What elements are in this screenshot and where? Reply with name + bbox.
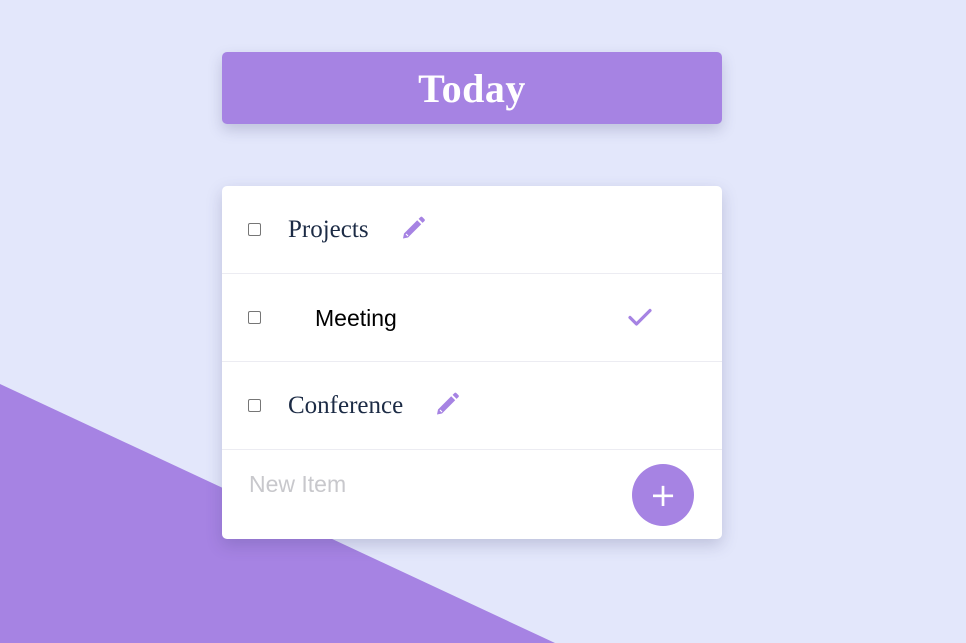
todo-checkbox[interactable] <box>248 399 261 412</box>
todo-item-edit-input[interactable] <box>315 302 575 334</box>
page-title: Today <box>418 65 526 111</box>
new-item-input[interactable] <box>249 466 579 502</box>
check-icon[interactable] <box>626 303 654 331</box>
pencil-icon[interactable] <box>399 214 427 242</box>
todo-item-label: Projects <box>288 216 369 243</box>
todo-checkbox[interactable] <box>248 223 261 236</box>
add-item-button[interactable]: + <box>632 464 694 526</box>
todo-item-projects: Projects <box>222 186 722 274</box>
todo-item-label: Conference <box>288 392 404 419</box>
todo-list-card: Projects Conference + <box>222 186 722 539</box>
todo-checkbox[interactable] <box>248 311 261 324</box>
todo-item-conference: Conference <box>222 362 722 450</box>
pencil-icon[interactable] <box>433 390 461 418</box>
header-banner: Today <box>222 52 722 124</box>
